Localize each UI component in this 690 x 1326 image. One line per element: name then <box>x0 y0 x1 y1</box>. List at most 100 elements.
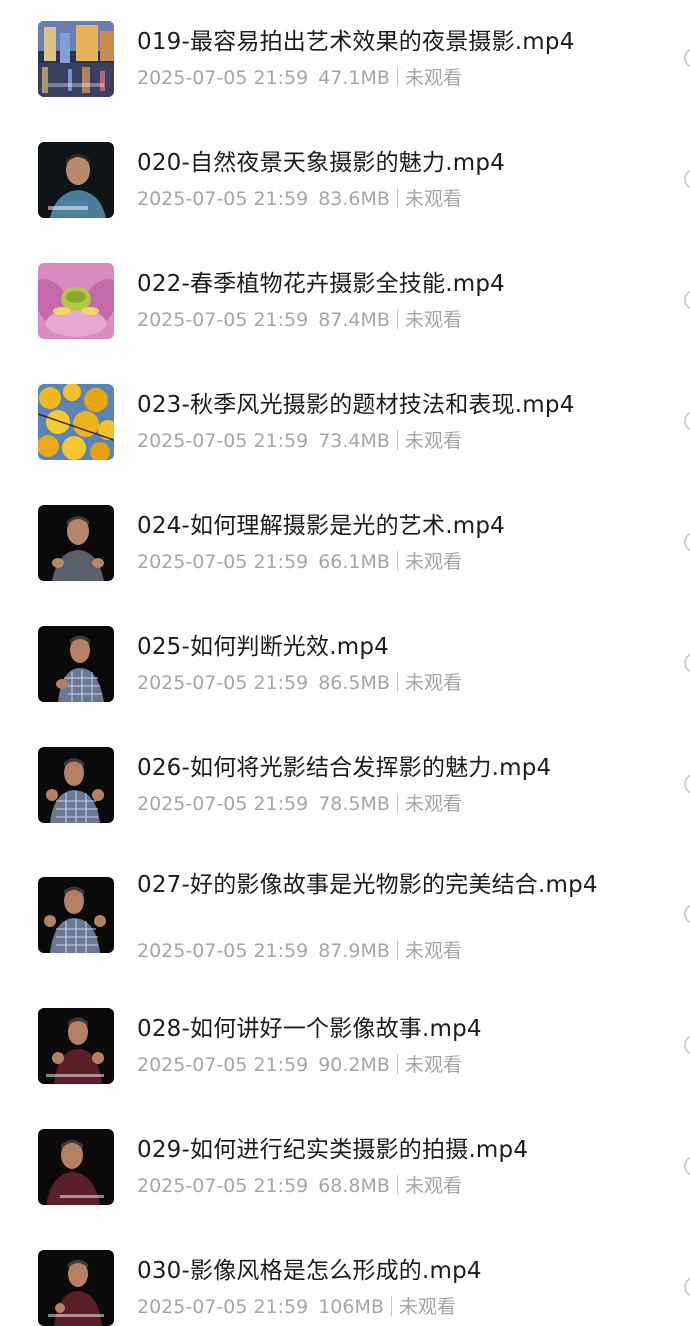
file-size: 87.4MB <box>318 309 390 331</box>
watch-status: 未观看 <box>404 940 462 962</box>
select-radio[interactable] <box>684 411 690 431</box>
presenter-icon <box>38 1250 114 1326</box>
file-meta: 2025-07-05 21:59 90.2MB 未观看 <box>137 1053 462 1077</box>
divider <box>396 551 398 571</box>
file-meta: 2025-07-05 21:59 87.9MB 未观看 <box>137 939 462 963</box>
file-row[interactable]: 020-自然夜景天象摄影的魅力.mp4 2025-07-05 21:59 83.6… <box>0 121 690 242</box>
presenter-icon <box>38 1129 114 1205</box>
file-name: 020-自然夜景天象摄影的魅力.mp4 <box>137 150 505 176</box>
file-date: 2025-07-05 21:59 <box>137 430 309 452</box>
presenter-icon <box>38 747 114 823</box>
file-meta: 2025-07-05 21:59 66.1MB 未观看 <box>137 550 462 574</box>
select-radio[interactable] <box>684 48 690 68</box>
file-size: 83.6MB <box>318 188 390 210</box>
file-date: 2025-07-05 21:59 <box>137 188 309 210</box>
file-row[interactable]: 028-如何讲好一个影像故事.mp4 2025-07-05 21:59 90.2M… <box>0 987 690 1108</box>
file-date: 2025-07-05 21:59 <box>137 1054 309 1076</box>
file-meta: 2025-07-05 21:59 106MB 未观看 <box>137 1295 456 1319</box>
divider <box>396 1054 398 1074</box>
file-row[interactable]: 022-春季植物花卉摄影全技能.mp4 2025-07-05 21:59 87.4… <box>0 242 690 363</box>
file-size: 73.4MB <box>318 430 390 452</box>
video-thumbnail[interactable] <box>38 142 114 218</box>
select-radio[interactable] <box>684 904 690 924</box>
video-thumbnail[interactable] <box>38 1129 114 1205</box>
divider <box>396 188 398 208</box>
file-name: 030-影像风格是怎么形成的.mp4 <box>137 1258 482 1284</box>
file-size: 78.5MB <box>318 793 390 815</box>
divider <box>396 67 398 87</box>
watch-status: 未观看 <box>404 793 462 815</box>
file-size: 106MB <box>318 1296 384 1318</box>
watch-status: 未观看 <box>404 672 462 694</box>
watch-status: 未观看 <box>404 1175 462 1197</box>
file-row[interactable]: 029-如何进行纪实类摄影的拍摄.mp4 2025-07-05 21:59 68.… <box>0 1108 690 1229</box>
file-row[interactable]: 025-如何判断光效.mp4 2025-07-05 21:59 86.5MB 未观看 <box>0 605 690 726</box>
file-row[interactable]: 024-如何理解摄影是光的艺术.mp4 2025-07-05 21:59 66.1… <box>0 484 690 605</box>
presenter-icon <box>38 1008 114 1084</box>
file-row[interactable]: 026-如何将光影结合发挥影的魅力.mp4 2025-07-05 21:59 78… <box>0 726 690 847</box>
presenter-icon <box>38 877 114 953</box>
autumn-leaves-icon <box>38 384 114 460</box>
video-thumbnail[interactable] <box>38 626 114 702</box>
file-date: 2025-07-05 21:59 <box>137 940 309 962</box>
video-thumbnail[interactable] <box>38 877 114 953</box>
file-meta: 2025-07-05 21:59 87.4MB 未观看 <box>137 308 462 332</box>
file-meta: 2025-07-05 21:59 83.6MB 未观看 <box>137 187 462 211</box>
file-name: 023-秋季风光摄影的题材技法和表现.mp4 <box>137 392 575 418</box>
lotus-flower-thumbnail[interactable] <box>38 263 114 339</box>
file-row[interactable]: 023-秋季风光摄影的题材技法和表现.mp4 2025-07-05 21:59 7… <box>0 363 690 484</box>
file-row[interactable]: 030-影像风格是怎么形成的.mp4 2025-07-05 21:59 106MB… <box>0 1229 690 1326</box>
watch-status: 未观看 <box>404 188 462 210</box>
file-date: 2025-07-05 21:59 <box>137 551 309 573</box>
file-size: 87.9MB <box>318 940 390 962</box>
file-date: 2025-07-05 21:59 <box>137 1296 309 1318</box>
select-radio[interactable] <box>684 532 690 552</box>
watch-status: 未观看 <box>398 1296 456 1318</box>
file-name: 027-好的影像故事是光物影的完美结合.mp4 <box>137 872 598 898</box>
watch-status: 未观看 <box>404 551 462 573</box>
file-row[interactable]: 019-最容易拍出艺术效果的夜景摄影.mp4 2025-07-05 21:59 4… <box>0 0 690 121</box>
night-city-thumbnail[interactable] <box>38 21 114 97</box>
select-radio[interactable] <box>684 169 690 189</box>
select-radio[interactable] <box>684 1035 690 1055</box>
video-thumbnail[interactable] <box>38 747 114 823</box>
file-size: 66.1MB <box>318 551 390 573</box>
file-row[interactable]: 027-好的影像故事是光物影的完美结合.mp4 2025-07-05 21:59… <box>0 847 690 998</box>
select-radio[interactable] <box>684 290 690 310</box>
select-radio[interactable] <box>684 653 690 673</box>
autumn-leaves-thumbnail[interactable] <box>38 384 114 460</box>
lotus-flower-icon <box>38 263 114 339</box>
presenter-icon <box>38 142 114 218</box>
video-file-list: 019-最容易拍出艺术效果的夜景摄影.mp4 2025-07-05 21:59 4… <box>0 0 690 1326</box>
file-meta: 2025-07-05 21:59 78.5MB 未观看 <box>137 792 462 816</box>
file-name: 026-如何将光影结合发挥影的魅力.mp4 <box>137 755 552 781</box>
divider <box>396 940 398 960</box>
file-meta: 2025-07-05 21:59 86.5MB 未观看 <box>137 671 462 695</box>
file-size: 90.2MB <box>318 1054 390 1076</box>
file-meta: 2025-07-05 21:59 73.4MB 未观看 <box>137 429 462 453</box>
file-date: 2025-07-05 21:59 <box>137 793 309 815</box>
file-name: 024-如何理解摄影是光的艺术.mp4 <box>137 513 505 539</box>
divider <box>390 1296 392 1316</box>
video-thumbnail[interactable] <box>38 505 114 581</box>
night-city-icon <box>38 21 114 97</box>
divider <box>396 430 398 450</box>
file-size: 47.1MB <box>318 67 390 89</box>
file-date: 2025-07-05 21:59 <box>137 67 309 89</box>
file-name: 028-如何讲好一个影像故事.mp4 <box>137 1016 482 1042</box>
file-date: 2025-07-05 21:59 <box>137 309 309 331</box>
video-thumbnail[interactable] <box>38 1008 114 1084</box>
select-radio[interactable] <box>684 1277 690 1297</box>
watch-status: 未观看 <box>404 1054 462 1076</box>
divider <box>396 672 398 692</box>
watch-status: 未观看 <box>404 430 462 452</box>
select-radio[interactable] <box>684 774 690 794</box>
divider <box>396 793 398 813</box>
divider <box>396 1175 398 1195</box>
file-date: 2025-07-05 21:59 <box>137 1175 309 1197</box>
presenter-icon <box>38 505 114 581</box>
presenter-icon <box>38 626 114 702</box>
file-name: 025-如何判断光效.mp4 <box>137 634 389 660</box>
video-thumbnail[interactable] <box>38 1250 114 1326</box>
select-radio[interactable] <box>684 1156 690 1176</box>
